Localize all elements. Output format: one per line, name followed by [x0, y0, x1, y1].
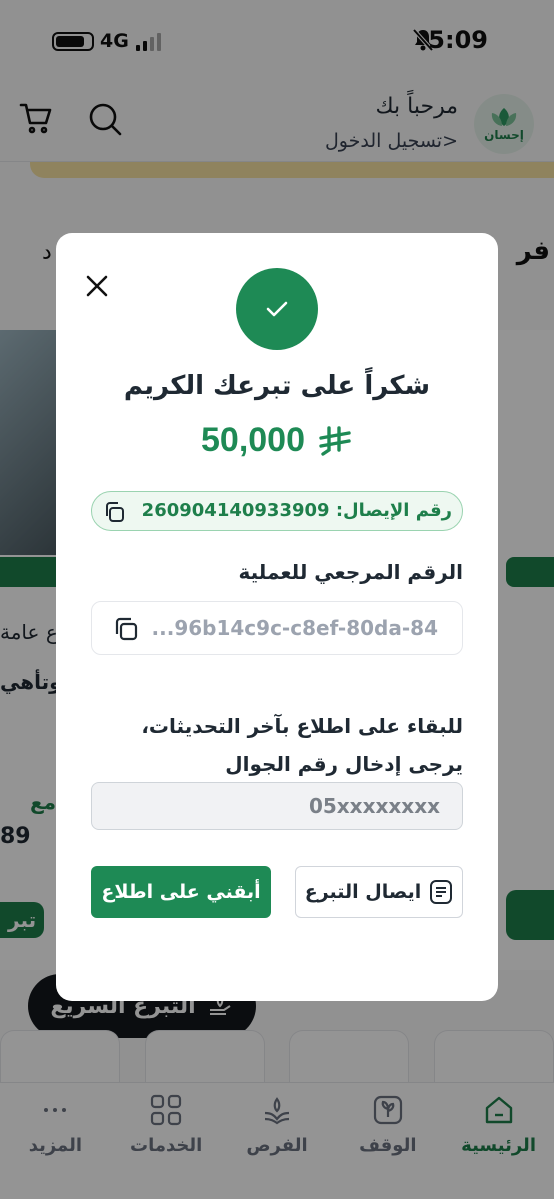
donation-success-dialog: شكراً على تبرعك الكريم 50,000 رقم الإيصا…: [56, 233, 498, 1001]
donation-receipt-button[interactable]: ايصال التبرع: [295, 866, 463, 918]
copy-icon[interactable]: [102, 500, 126, 524]
checkmark-icon: [266, 301, 288, 317]
reference-field: ...96b14c9c-c8ef-80da-84: [91, 601, 463, 655]
reference-label: الرقم المرجعي للعملية: [238, 560, 464, 584]
update-prompt: للبقاء على اطلاع بآخر التحديثات، يرجى إد…: [141, 714, 463, 776]
stay-updated-button[interactable]: أبقني على اطلاع: [91, 866, 271, 918]
riyal-symbol-icon: [319, 425, 351, 456]
app-screen: 4G 5:09 مرحباً بك تسجيل الدخول> إحسان فر…: [0, 0, 554, 1199]
close-icon[interactable]: [82, 271, 112, 301]
dialog-title: شكراً على تبرعك الكريم: [123, 371, 431, 401]
receipt-number: رقم الإيصال: 260904140933909: [141, 500, 452, 521]
success-badge: [236, 268, 318, 350]
phone-input[interactable]: [91, 782, 463, 830]
reference-value: ...96b14c9c-c8ef-80da-84: [151, 616, 438, 640]
receipt-button-label: ايصال التبرع: [304, 881, 422, 903]
copy-icon[interactable]: [112, 615, 140, 643]
donation-amount: 50,000: [56, 421, 498, 460]
amount-value: 50,000: [201, 421, 305, 459]
document-icon: [430, 880, 453, 904]
receipt-number-pill: رقم الإيصال: 260904140933909: [91, 491, 463, 531]
